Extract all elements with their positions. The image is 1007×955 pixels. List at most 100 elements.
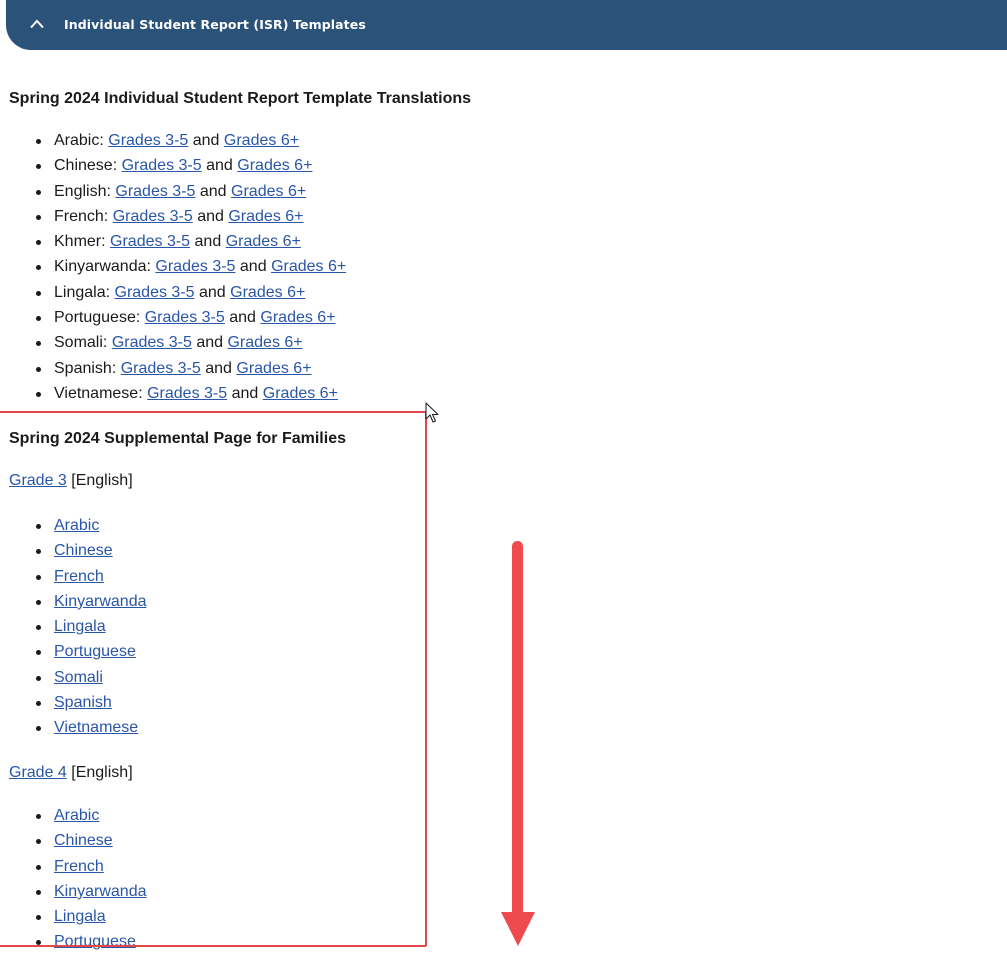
grades-3-5-link[interactable]: Grades 3-5 [121,360,201,377]
list-item: Portuguese: Grades 3-5 and Grades 6+ [9,305,346,330]
grades-3-5-link[interactable]: Grades 3-5 [108,132,188,149]
and-text: and [239,258,267,276]
list-item: French [9,854,147,879]
list-item: Lingala [9,614,147,639]
list-item: Chinese [9,828,147,853]
grade-3-arabic-link[interactable]: Arabic [54,517,99,534]
list-item: Vietnamese [9,715,147,740]
grades-6-plus-link[interactable]: Grades 6+ [230,284,305,301]
list-item: Khmer: Grades 3-5 and Grades 6+ [9,229,346,254]
grade-3-chinese-link[interactable]: Chinese [54,542,113,559]
and-text: and [206,157,233,175]
language-label: Kinyarwanda: [54,258,151,276]
list-item: Kinyarwanda [9,589,147,614]
grade-3-spanish-link[interactable]: Spanish [54,694,112,711]
grade-3-vietnamese-link[interactable]: Vietnamese [54,719,138,736]
scroll-down-arrow-shaft [512,541,523,931]
grade-4-portuguese-link[interactable]: Portuguese [54,933,136,950]
grades-6-plus-link[interactable]: Grades 6+ [236,360,311,377]
isr-translations-heading: Spring 2024 Individual Student Report Te… [9,90,472,107]
language-label: Chinese: [54,157,118,175]
and-text: and [196,334,224,352]
grade-4-english-label: [English] [71,764,133,781]
grade-4-language-list: Arabic Chinese French Kinyarwanda Lingal… [9,803,147,955]
grade-4-line: Grade 4 [English] [9,764,133,782]
grade-4-arabic-link[interactable]: Arabic [54,807,99,824]
grades-3-5-link[interactable]: Grades 3-5 [113,208,193,225]
grades-3-5-link[interactable]: Grades 3-5 [155,258,235,275]
and-text: and [192,132,220,149]
language-label: Somali: [54,334,108,352]
grade-4-lingala-link[interactable]: Lingala [54,908,106,925]
grades-3-5-link[interactable]: Grades 3-5 [112,334,192,351]
grades-6-plus-link[interactable]: Grades 6+ [226,233,301,250]
and-text: and [199,182,227,200]
grade-3-link[interactable]: Grade 3 [9,472,67,489]
arrow-down-icon [501,912,535,946]
grade-3-line: Grade 3 [English] [9,472,133,490]
list-item: Lingala: Grades 3-5 and Grades 6+ [9,280,346,305]
language-label: Spanish: [54,359,117,377]
list-item: Kinyarwanda [9,879,147,904]
list-item: Lingala [9,904,147,929]
mouse-pointer-icon [425,402,439,423]
list-item: Chinese: Grades 3-5 and Grades 6+ [9,153,346,178]
list-item: Arabic [9,803,147,828]
list-item: Kinyarwanda: Grades 3-5 and Grades 6+ [9,254,346,279]
isr-translations-list: Arabic: Grades 3-5 and Grades 6+ Chinese… [9,128,346,406]
and-text: and [197,207,224,225]
language-label: Lingala: [54,283,111,301]
grades-6-plus-link[interactable]: Grades 6+ [263,385,338,402]
grade-3-somali-link[interactable]: Somali [54,669,103,686]
grade-4-french-link[interactable]: French [54,858,104,875]
grades-6-plus-link[interactable]: Grades 6+ [227,334,302,351]
list-item: Spanish [9,690,147,715]
grades-3-5-link[interactable]: Grades 3-5 [115,183,195,200]
language-label: Vietnamese: [54,384,143,402]
grades-6-plus-link[interactable]: Grades 6+ [224,132,299,149]
grades-6-plus-link[interactable]: Grades 6+ [237,157,312,174]
grades-6-plus-link[interactable]: Grades 6+ [260,309,335,326]
list-item: Spanish: Grades 3-5 and Grades 6+ [9,356,346,381]
grades-3-5-link[interactable]: Grades 3-5 [122,157,202,174]
language-label: English: [54,182,111,200]
grade-3-portuguese-link[interactable]: Portuguese [54,643,136,660]
grades-3-5-link[interactable]: Grades 3-5 [110,233,190,250]
list-item: Chinese [9,538,147,563]
list-item: Arabic: Grades 3-5 and Grades 6+ [9,128,346,153]
grades-3-5-link[interactable]: Grades 3-5 [115,284,195,301]
grades-6-plus-link[interactable]: Grades 6+ [231,183,306,200]
supplemental-heading: Spring 2024 Supplemental Page for Famili… [9,430,346,447]
grades-6-plus-link[interactable]: Grades 6+ [271,258,346,275]
list-item: French: Grades 3-5 and Grades 6+ [9,204,346,229]
grades-6-plus-link[interactable]: Grades 6+ [228,208,303,225]
accordion-title: Individual Student Report (ISR) Template… [64,17,366,32]
language-label: French: [54,207,109,225]
list-item: French [9,564,147,589]
and-text: and [231,384,259,402]
list-item: Portuguese [9,639,147,664]
grades-3-5-link[interactable]: Grades 3-5 [147,385,227,402]
language-label: Khmer: [54,233,106,251]
and-text: and [199,283,226,301]
grade-3-lingala-link[interactable]: Lingala [54,618,106,635]
list-item: Arabic [9,513,147,538]
grade-4-chinese-link[interactable]: Chinese [54,832,113,849]
language-label: Portuguese: [54,309,141,327]
grade-4-kinyarwanda-link[interactable]: Kinyarwanda [54,883,147,900]
list-item: Somali [9,665,147,690]
list-item: English: Grades 3-5 and Grades 6+ [9,179,346,204]
list-item: Somali: Grades 3-5 and Grades 6+ [9,330,346,355]
grade-3-french-link[interactable]: French [54,568,104,585]
list-item: Vietnamese: Grades 3-5 and Grades 6+ [9,381,346,406]
grade-3-kinyarwanda-link[interactable]: Kinyarwanda [54,593,147,610]
and-text: and [229,309,256,327]
chevron-up-icon [30,19,44,29]
grade-4-link[interactable]: Grade 4 [9,764,67,781]
and-text: and [194,233,222,251]
grade-3-english-label: [English] [71,472,133,489]
and-text: and [205,359,232,377]
grades-3-5-link[interactable]: Grades 3-5 [145,309,225,326]
grade-3-language-list: Arabic Chinese French Kinyarwanda Lingal… [9,513,147,741]
accordion-header-isr-templates[interactable]: Individual Student Report (ISR) Template… [6,0,1007,50]
